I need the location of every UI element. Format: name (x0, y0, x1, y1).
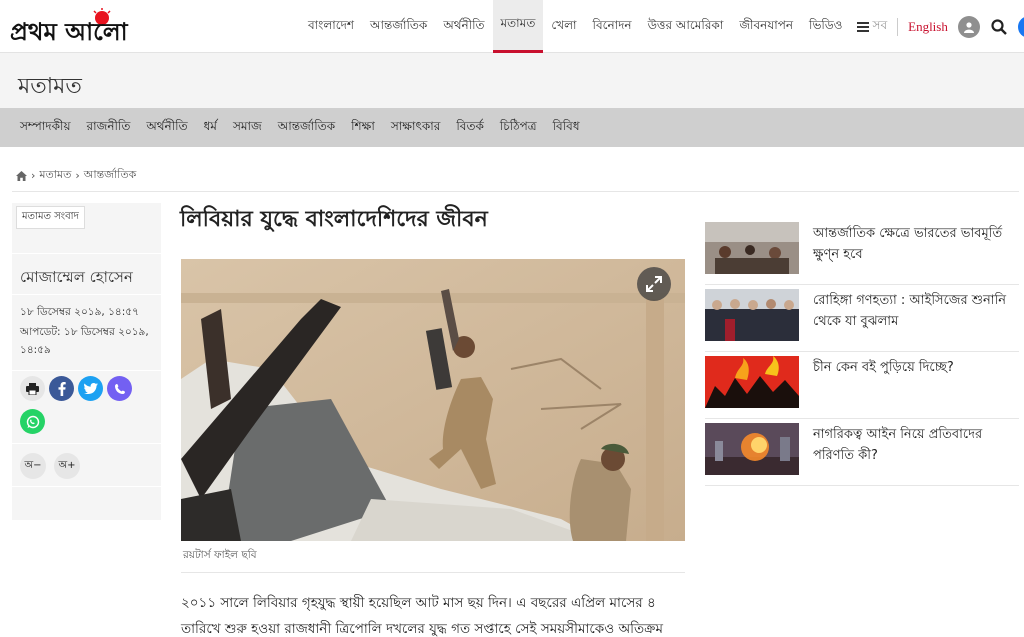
chevron-right-icon: › (75, 169, 80, 182)
updated-date: আপডেট: ১৮ ডিসেম্বর ২০১৯, ১৪:৫৯ (20, 326, 149, 356)
author-name[interactable]: মোজাম্মেল হোসেন (20, 266, 133, 291)
subnav-misc[interactable]: বিবিধ (545, 118, 588, 138)
nav-bangladesh[interactable]: বাংলাদেশ (300, 0, 362, 53)
related-title-line: রোহিঙ্গা গণহত্যা : আইসিজের শুনানি (813, 293, 1006, 308)
subnav-international[interactable]: আন্তর্জাতিক (270, 118, 343, 138)
related-articles: আন্তর্জাতিক ক্ষেত্রে ভারতের ভাবমূর্তি ক্… (705, 222, 1019, 490)
published-date: ১৮ ডিসেম্বর ২০১৯, ১৪:৫৭ (20, 306, 139, 318)
site-logo[interactable]: প্রথম আলো (10, 8, 180, 46)
related-title[interactable]: চীন কেন বই পুড়িয়ে দিচ্ছে? (813, 356, 954, 418)
category-tag[interactable]: মতামত সংবাদ (16, 206, 85, 229)
related-title-line: নাগরিকত্ব আইন নিয়ে প্রতিবাদের (813, 427, 983, 442)
home-icon[interactable] (16, 170, 27, 181)
nav-economy[interactable]: অর্থনীতি (435, 0, 492, 53)
chevron-right-icon: › (31, 169, 36, 182)
related-title-line: পরিণতি কী? (813, 448, 878, 463)
divider (12, 370, 161, 371)
divider (12, 191, 1019, 192)
related-item[interactable]: নাগরিকত্ব আইন নিয়ে প্রতিবাদের পরিণতি কী… (705, 423, 1019, 486)
font-size-controls: অ− অ+ (20, 453, 80, 479)
divider (12, 443, 161, 444)
related-title-line: ক্ষুণ্ন হবে (813, 247, 863, 262)
hamburger-icon (856, 21, 869, 32)
subnav-letters[interactable]: চিঠিপত্র (492, 118, 545, 138)
subnav-debate[interactable]: বিতর্ক (448, 118, 492, 138)
related-thumbnail[interactable] (705, 222, 799, 274)
related-title[interactable]: রোহিঙ্গা গণহত্যা : আইসিজের শুনানি থেকে য… (813, 289, 1006, 351)
subnav-religion[interactable]: ধর্ম (196, 118, 225, 138)
subnav-economy[interactable]: অর্থনীতি (138, 118, 195, 138)
expand-icon[interactable] (637, 267, 671, 301)
body-line: তারিখে শুরু হওয়া রাজধানী ত্রিপোলি দখলের… (181, 621, 663, 637)
related-item[interactable]: চীন কেন বই পুড়িয়ে দিচ্ছে? (705, 356, 1019, 419)
breadcrumb-opinion[interactable]: মতামত (39, 166, 71, 185)
print-icon[interactable] (20, 376, 45, 401)
nav-lifestyle[interactable]: জীবনযাপন (731, 0, 801, 53)
subnav-editorial[interactable]: সম্পাদকীয় (12, 118, 79, 138)
font-decrease-button[interactable]: অ− (20, 453, 46, 479)
search-icon[interactable] (988, 16, 1010, 38)
whatsapp-icon[interactable] (20, 409, 45, 434)
nav-sports[interactable]: খেলা (543, 0, 584, 53)
divider (12, 253, 161, 254)
viber-icon[interactable] (107, 376, 132, 401)
nav-entertainment[interactable]: বিনোদন (585, 0, 640, 53)
body-line: ২০১১ সালে লিবিয়ার গৃহযুদ্ধ স্থায়ী হয়ে… (181, 595, 656, 611)
section-header: মতামত (0, 53, 1024, 108)
subnav-society[interactable]: সমাজ (225, 118, 270, 138)
twitter-icon[interactable] (78, 376, 103, 401)
main-nav: বাংলাদেশ আন্তর্জাতিক অর্থনীতি মতামত খেলা… (300, 0, 1024, 53)
article-meta: মতামত সংবাদ মোজাম্মেল হোসেন ১৮ ডিসেম্বর … (12, 203, 161, 520)
all-menu-label: সব (872, 17, 888, 32)
related-title[interactable]: আন্তর্জাতিক ক্ষেত্রে ভারতের ভাবমূর্তি ক্… (813, 222, 1002, 284)
section-title[interactable]: মতামত (18, 69, 82, 106)
top-bar: প্রথম আলো বাংলাদেশ আন্তর্জাতিক অর্থনীতি … (0, 0, 1024, 53)
like-icon[interactable] (1017, 15, 1024, 38)
nav-video[interactable]: ভিডিও (801, 0, 850, 53)
related-title-line: চীন কেন বই পুড়িয়ে দিচ্ছে? (813, 360, 954, 375)
all-menu-button[interactable]: সব (851, 0, 894, 53)
facebook-icon[interactable] (49, 376, 74, 401)
font-increase-button[interactable]: অ+ (54, 453, 80, 479)
subnav-interview[interactable]: সাক্ষাৎকার (383, 118, 449, 138)
article-photo[interactable] (181, 259, 685, 541)
english-link[interactable]: English (902, 19, 954, 35)
divider (12, 486, 161, 487)
section-subnav: সম্পাদকীয় রাজনীতি অর্থনীতি ধর্ম সমাজ আন… (0, 108, 1024, 147)
breadcrumb-international[interactable]: আন্তর্জাতিক (84, 166, 137, 185)
related-item[interactable]: আন্তর্জাতিক ক্ষেত্রে ভারতের ভাবমূর্তি ক্… (705, 222, 1019, 285)
photo-caption: রয়টার্স ফাইল ছবি (183, 549, 257, 561)
related-item[interactable]: রোহিঙ্গা গণহত্যা : আইসিজের শুনানি থেকে য… (705, 289, 1019, 352)
breadcrumb: › মতামত › আন্তর্জাতিক (16, 166, 136, 185)
related-title-line: আন্তর্জাতিক ক্ষেত্রে ভারতের ভাবমূর্তি (813, 226, 1003, 241)
nav-opinion[interactable]: মতামত (492, 0, 544, 53)
photo-scene (181, 259, 685, 541)
nav-international[interactable]: আন্তর্জাতিক (362, 0, 435, 53)
related-title[interactable]: নাগরিকত্ব আইন নিয়ে প্রতিবাদের পরিণতি কী… (813, 423, 982, 485)
share-buttons (20, 376, 150, 434)
subnav-education[interactable]: শিক্ষা (343, 118, 383, 138)
divider (12, 294, 161, 295)
related-thumbnail[interactable] (705, 423, 799, 475)
subnav-politics[interactable]: রাজনীতি (79, 118, 139, 138)
article-body: ২০১১ সালে লিবিয়ার গৃহযুদ্ধ স্থায়ী হয়ে… (181, 590, 685, 637)
related-title-line: থেকে যা বুঝলাম (813, 314, 899, 329)
divider (181, 572, 685, 573)
related-thumbnail[interactable] (705, 356, 799, 408)
nav-separator (897, 17, 899, 36)
nav-north-america[interactable]: উত্তর আমেরিকা (640, 0, 732, 53)
related-thumbnail[interactable] (705, 289, 799, 341)
user-icon[interactable] (957, 15, 980, 38)
article-headline: লিবিয়ার যুদ্ধে বাংলাদেশিদের জীবন (180, 207, 488, 232)
svg-text:প্রথম আলো: প্রথম আলো (10, 18, 129, 46)
